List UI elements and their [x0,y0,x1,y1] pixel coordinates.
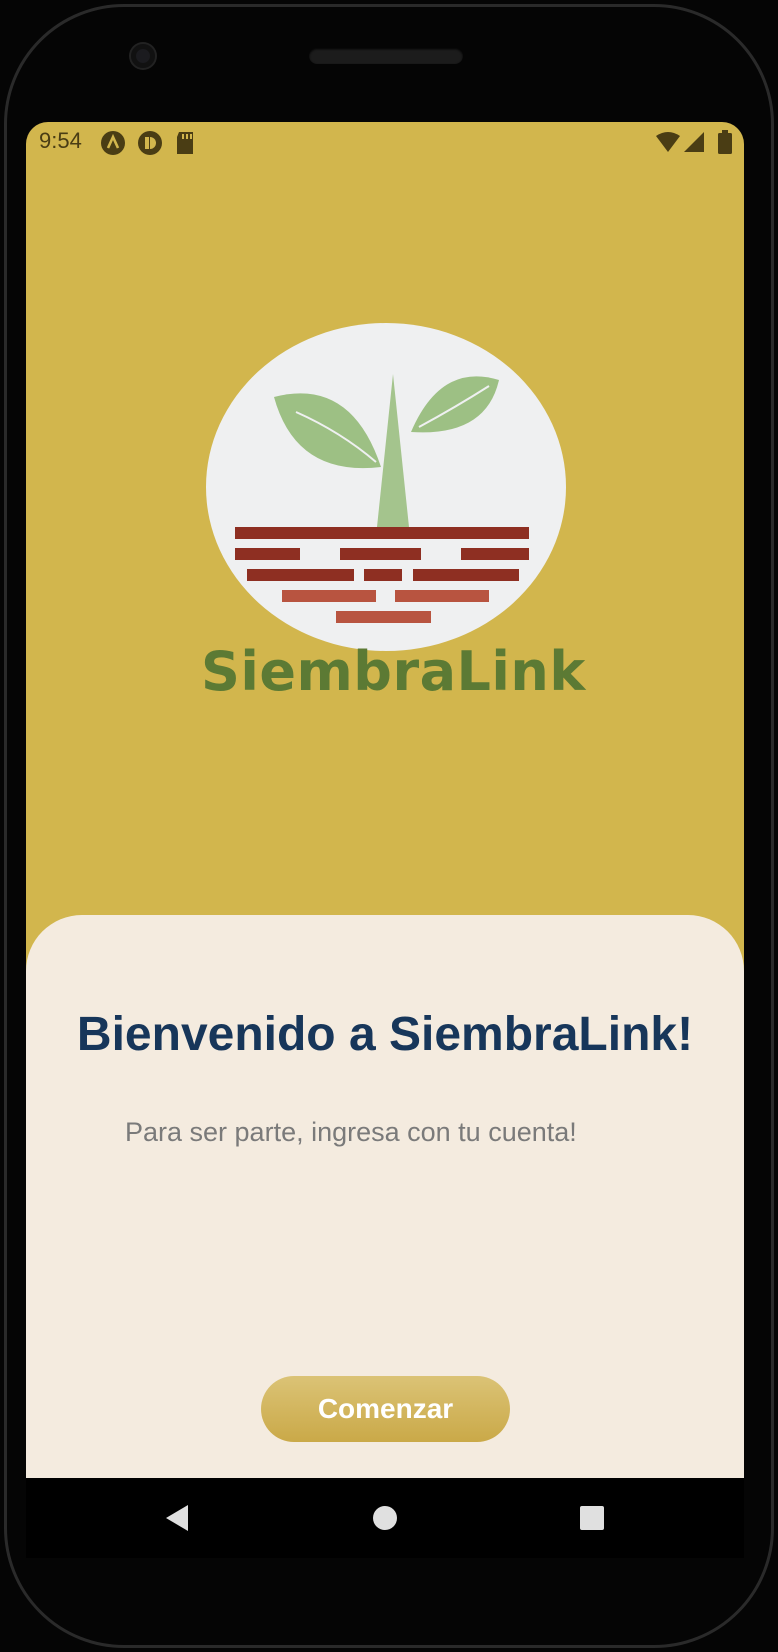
back-icon[interactable] [156,1496,200,1540]
wifi-icon [656,132,680,159]
phone-device: 9:54 SiembraLink Bienvenido a SiembraLin… [0,0,778,1652]
siembralink-logo: SiembraLink [201,322,586,852]
welcome-sheet: Bienvenido a SiembraLink! Para ser parte… [26,915,744,1557]
status-time: 9:54 [39,128,82,153]
start-button[interactable]: Comenzar [261,1376,510,1442]
app-notification-icon [100,130,126,161]
battery-icon [718,130,732,159]
earpiece-speaker [309,48,463,64]
logo-wordmark: SiembraLink [201,640,586,703]
status-bar: 9:54 [26,122,744,162]
welcome-subtitle: Para ser parte, ingresa con tu cuenta! [125,1117,577,1147]
front-camera [131,44,155,68]
sd-card-icon [174,130,196,161]
welcome-title: Bienvenido a SiembraLink! [76,1008,694,1061]
recents-icon[interactable] [570,1496,614,1540]
system-nav-bar [26,1478,744,1558]
cell-signal-icon [683,131,705,158]
app-notification-icon-2 [137,130,163,161]
home-icon[interactable] [363,1496,407,1540]
app-screen: 9:54 SiembraLink Bienvenido a SiembraLin… [26,122,744,1557]
logo-emblem [206,323,566,651]
